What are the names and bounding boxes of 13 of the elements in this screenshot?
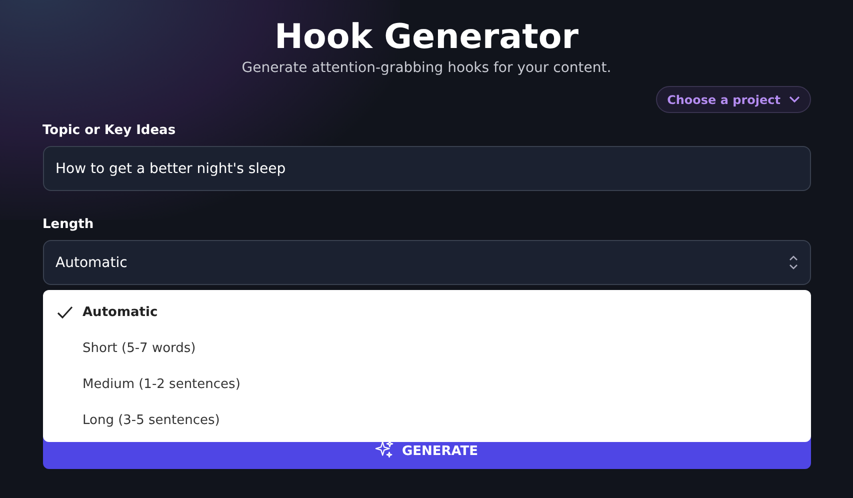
field-label: Length <box>42 217 95 232</box>
field-label: Topic or Key Ideas <box>42 123 177 138</box>
project-dropdown[interactable]: Choose a project <box>656 86 810 113</box>
page-title: Hook Generator <box>274 16 580 58</box>
page-subtitle: Generate attention-grabbing hooks for your content. <box>240 59 612 78</box>
length-select[interactable]: Automatic <box>42 240 810 285</box>
dropdown-option[interactable]: Medium (1-2 sentences) <box>42 366 810 402</box>
dropdown-option[interactable]: Short (5-7 words) <box>42 330 810 366</box>
chevron-down-icon <box>788 96 800 103</box>
up-down-chevron-icon <box>788 255 798 270</box>
topic-input-field[interactable]: How to get a better night's sleep <box>42 146 810 191</box>
checkmark-icon <box>56 306 72 318</box>
dropdown-option[interactable]: Automatic <box>42 294 810 330</box>
